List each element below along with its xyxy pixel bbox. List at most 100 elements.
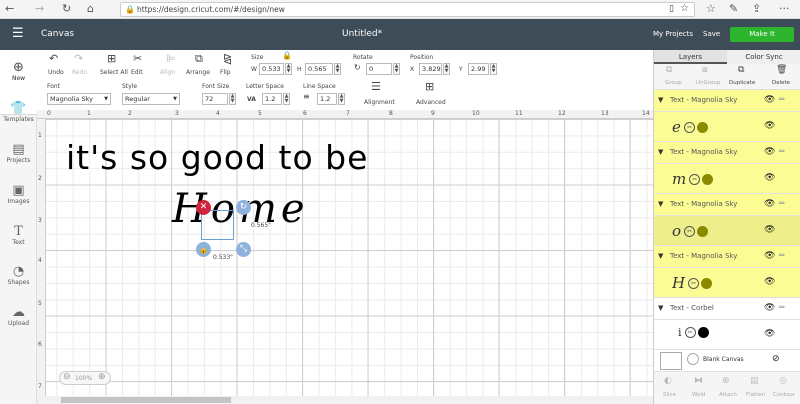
- nav-images[interactable]: ▣ Images: [0, 183, 37, 205]
- canvas-color-swatch[interactable]: [687, 353, 699, 365]
- home-icon[interactable]: ⌂: [87, 2, 94, 16]
- hamburger-menu-icon[interactable]: ☰: [12, 27, 24, 40]
- ungroup-icon[interactable]: ⧈: [702, 65, 708, 75]
- arrange-icon[interactable]: ⧉: [195, 52, 203, 66]
- layer-item[interactable]: o ✂ 👁: [654, 216, 800, 246]
- font-size-stepper[interactable]: ▲ ▼: [229, 93, 236, 105]
- back-icon[interactable]: ←: [5, 2, 14, 16]
- color-swatch[interactable]: [697, 121, 709, 133]
- cut-operation-icon[interactable]: ✂: [689, 173, 701, 185]
- drag-handle-icon[interactable]: ═: [779, 147, 784, 157]
- cut-operation-icon[interactable]: ✂: [683, 121, 695, 133]
- flip-icon[interactable]: ⧎: [223, 52, 232, 65]
- slice-label[interactable]: Slice: [663, 392, 676, 398]
- nav-new[interactable]: ⊕ New: [0, 60, 37, 82]
- align-icon[interactable]: ⊫: [166, 52, 176, 65]
- pen-icon[interactable]: ✎: [729, 2, 738, 16]
- nav-upload[interactable]: ☁ Upload: [0, 305, 37, 327]
- blank-canvas-row[interactable]: Blank Canvas ⊘: [654, 350, 800, 372]
- x-stepper[interactable]: ▲ ▼: [443, 63, 450, 75]
- width-stepper[interactable]: ▲ ▼: [285, 63, 292, 75]
- flatten-icon[interactable]: ▤: [750, 376, 759, 386]
- select-all-icon[interactable]: ⊞: [107, 52, 116, 65]
- rotate-field[interactable]: 0: [366, 63, 392, 75]
- resize-handle-icon[interactable]: ⤡: [236, 242, 251, 257]
- layer-group-header[interactable]: ▼ Text - Magnolia Sky 👁 ═: [654, 246, 800, 268]
- arrange-label[interactable]: Arrange: [186, 69, 210, 76]
- drag-handle-icon[interactable]: ═: [779, 95, 784, 105]
- contour-label[interactable]: Contour: [773, 392, 795, 398]
- caret-down-icon[interactable]: ▼: [658, 148, 663, 156]
- undo-label[interactable]: Undo: [48, 69, 64, 76]
- width-field[interactable]: 0.533: [259, 63, 284, 75]
- style-select[interactable]: Regular ▼: [122, 93, 180, 105]
- height-stepper[interactable]: ▲ ▼: [334, 63, 341, 75]
- eye-icon[interactable]: 👁: [764, 329, 775, 339]
- alignment-icon[interactable]: ☰: [371, 80, 381, 93]
- font-select[interactable]: Magnolia Sky ▼: [47, 93, 111, 105]
- layer-item[interactable]: e ✂ 👁: [654, 112, 800, 142]
- eye-icon[interactable]: 👁: [764, 121, 775, 131]
- y-field[interactable]: 2.99: [468, 63, 489, 75]
- duplicate-label[interactable]: Duplicate: [729, 80, 755, 86]
- lock-ratio-icon[interactable]: 🔒: [282, 51, 292, 60]
- eye-icon[interactable]: 👁: [764, 303, 775, 313]
- layer-group-header[interactable]: ▼ Text - Magnolia Sky 👁 ═: [654, 142, 800, 164]
- alignment-label[interactable]: Alignment: [364, 99, 395, 106]
- line-space-field[interactable]: 1.2: [317, 93, 337, 105]
- weld-label[interactable]: Weld: [692, 392, 706, 398]
- layer-group-header[interactable]: ▼ Text - Magnolia Sky 👁 ═: [654, 194, 800, 216]
- color-swatch[interactable]: [697, 225, 709, 237]
- color-swatch[interactable]: [702, 173, 714, 185]
- attach-icon[interactable]: ⊕: [722, 376, 730, 386]
- drag-handle-icon[interactable]: ═: [779, 199, 784, 209]
- more-icon[interactable]: ···: [779, 2, 790, 16]
- line-space-stepper[interactable]: ▲ ▼: [338, 93, 345, 105]
- layer-group-header[interactable]: ▼ Text - Magnolia Sky 👁 ═: [654, 90, 800, 112]
- slice-icon[interactable]: ◐: [664, 376, 672, 386]
- attach-label[interactable]: Attach: [719, 392, 737, 398]
- eye-icon[interactable]: 👁: [764, 199, 775, 209]
- tab-layers[interactable]: Layers: [654, 50, 727, 64]
- rotate-handle-icon[interactable]: ↻: [236, 200, 251, 215]
- horizontal-scrollbar[interactable]: [37, 396, 653, 404]
- cut-operation-icon[interactable]: ✂: [684, 327, 696, 338]
- make-it-button[interactable]: Make It: [730, 27, 794, 42]
- weld-icon[interactable]: ⧓: [694, 376, 703, 386]
- undo-icon[interactable]: ↶: [49, 52, 58, 65]
- select-all-label[interactable]: Select All: [100, 69, 128, 76]
- letter-space-field[interactable]: 1.2: [262, 93, 282, 105]
- layer-group-header[interactable]: ▼ Text - Corbel 👁 ═: [654, 298, 800, 320]
- cut-operation-icon[interactable]: ✂: [684, 225, 696, 237]
- advanced-icon[interactable]: ⊞: [425, 80, 434, 93]
- favorites-icon[interactable]: ☆: [706, 2, 716, 16]
- zoom-in-icon[interactable]: ⊕: [98, 372, 106, 382]
- scrollbar-thumb[interactable]: [61, 397, 231, 403]
- ungroup-label[interactable]: UnGroup: [696, 80, 720, 86]
- duplicate-icon[interactable]: ⧉: [738, 65, 744, 75]
- caret-down-icon[interactable]: ▼: [658, 96, 663, 104]
- advanced-label[interactable]: Advanced: [416, 99, 446, 106]
- group-label[interactable]: Group: [665, 80, 682, 86]
- rotate-stepper[interactable]: ▲ ▼: [393, 63, 400, 75]
- redo-label[interactable]: Redo: [72, 69, 87, 76]
- delete-handle-icon[interactable]: ✕: [196, 200, 211, 215]
- redo-icon[interactable]: ↷: [74, 52, 83, 65]
- tab-color-sync[interactable]: Color Sync: [727, 50, 800, 64]
- color-swatch[interactable]: [697, 327, 709, 338]
- group-icon[interactable]: ⧉: [666, 65, 672, 75]
- align-label[interactable]: Align: [160, 69, 175, 76]
- delete-label[interactable]: Delete: [772, 80, 790, 86]
- contour-icon[interactable]: ◎: [779, 376, 787, 386]
- nav-projects[interactable]: ▤ Projects: [0, 142, 37, 164]
- layer-item[interactable]: H ✂ 👁: [654, 268, 800, 298]
- favorite-star-icon[interactable]: ☆: [680, 2, 689, 15]
- color-swatch[interactable]: [701, 277, 713, 289]
- height-field[interactable]: 0.565: [305, 63, 333, 75]
- eye-slash-icon[interactable]: ⊘: [772, 354, 780, 364]
- nav-templates[interactable]: 👕 Templates: [0, 101, 37, 123]
- caret-down-icon[interactable]: ▼: [658, 200, 663, 208]
- drag-handle-icon[interactable]: ═: [779, 303, 784, 313]
- font-size-field[interactable]: 72: [202, 93, 228, 105]
- save-button[interactable]: Save: [703, 30, 720, 38]
